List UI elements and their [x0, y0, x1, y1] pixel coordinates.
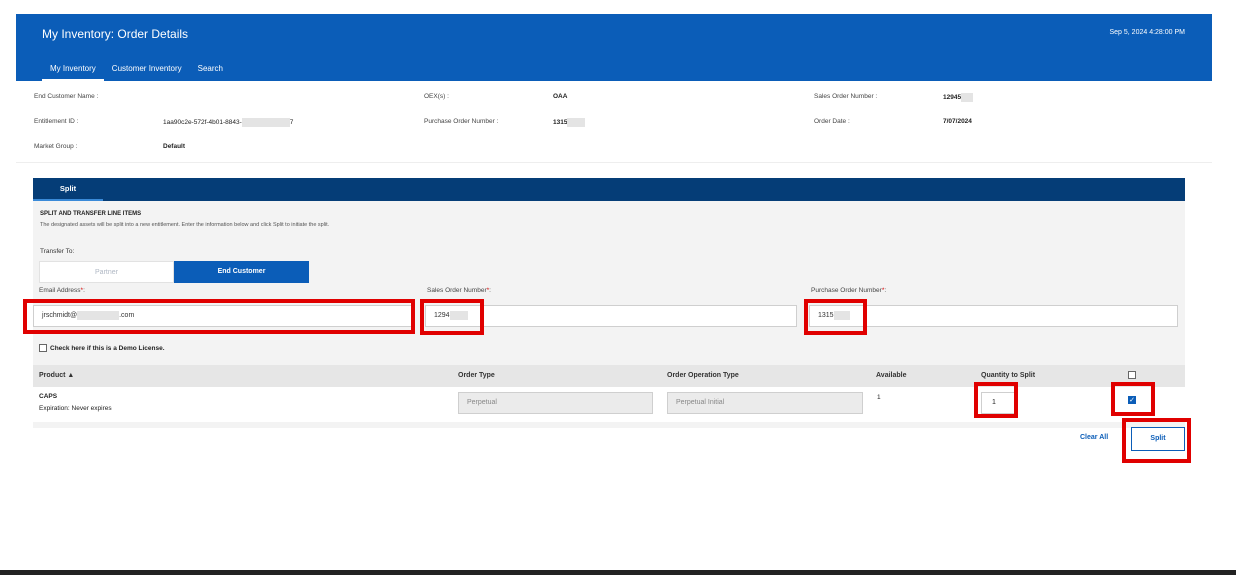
tab-split[interactable]: Split	[33, 178, 103, 201]
redaction-mask	[833, 310, 850, 320]
redaction-mask	[77, 310, 120, 320]
order-operation-type-field: Perpetual Initial	[667, 392, 863, 414]
select-all-checkbox[interactable]	[1128, 371, 1136, 379]
column-product[interactable]: Product ▲	[39, 365, 74, 387]
po-number-value: 1315	[553, 118, 586, 127]
demo-license-option[interactable]: Check here if this is a Demo License.	[39, 344, 165, 352]
redaction-mask	[567, 118, 586, 127]
column-quantity-to-split: Quantity to Split	[981, 372, 1036, 379]
sales-order-field[interactable]: 1294	[425, 305, 797, 327]
market-group-value: Default	[163, 143, 186, 150]
oex-label: OEX(s) :	[424, 93, 449, 100]
purchase-order-value: 1315	[818, 312, 834, 319]
clear-all-link[interactable]: Clear All	[1080, 434, 1108, 441]
table-header: Product ▲ Order Type Order Operation Typ…	[33, 365, 1185, 387]
split-button[interactable]: Split	[1131, 427, 1185, 451]
label-colon: :	[884, 287, 887, 294]
header-datetime: Sep 5, 2024 4:28:00 PM	[1109, 29, 1186, 36]
entitlement-id-value: 1aa90c2e-572f-4b01-8843- 7	[163, 118, 293, 127]
entitlement-id-start: 1aa90c2e-572f-4b01-8843-	[163, 119, 242, 127]
redaction-mask	[449, 310, 468, 320]
transfer-end-customer-option[interactable]: End Customer	[174, 261, 309, 283]
order-date-value: 7/07/2024	[943, 118, 972, 125]
sales-order-label-text: Sales Order Number	[427, 287, 487, 294]
table-row: CAPS Expiration: Never expires Perpetual…	[33, 387, 1185, 422]
order-info: End Customer Name : Entitlement ID : 1aa…	[16, 81, 1212, 163]
purchase-order-label-text: Purchase Order Number	[811, 287, 882, 294]
available-quantity: 1	[877, 394, 881, 401]
column-order-type: Order Type	[458, 372, 495, 379]
transfer-partner-option[interactable]: Partner	[39, 261, 174, 283]
page: My Inventory: Order Details Sep 5, 2024 …	[0, 0, 1236, 575]
entitlement-id-end: 7	[289, 119, 294, 127]
po-number-label: Purchase Order Number :	[424, 118, 499, 125]
demo-license-label: Check here if this is a Demo License.	[50, 344, 165, 352]
section-description: The designated assets will be split into…	[40, 222, 330, 228]
email-value-end: .com	[119, 312, 135, 319]
sales-order-value: 1294	[434, 312, 450, 319]
label-colon: :	[83, 287, 85, 294]
po-number-text: 1315	[553, 119, 568, 127]
purchase-order-label: Purchase Order Number*:	[811, 287, 886, 294]
product-name: CAPS	[39, 393, 58, 400]
redaction-mask	[961, 93, 974, 102]
email-label-text: Email Address	[39, 287, 81, 294]
demo-license-checkbox[interactable]	[39, 344, 47, 352]
order-date-label: Order Date :	[814, 118, 850, 125]
email-field[interactable]: jrschmidt@ .com	[33, 305, 413, 327]
tab-search[interactable]: Search	[190, 64, 231, 81]
tab-customer-inventory[interactable]: Customer Inventory	[104, 64, 190, 81]
email-value-start: jrschmidt@	[42, 312, 78, 319]
app-header: My Inventory: Order Details Sep 5, 2024 …	[16, 14, 1212, 81]
nav-tabs: My Inventory Customer Inventory Search	[42, 64, 231, 81]
quantity-to-split-input[interactable]: 1	[981, 392, 1015, 414]
row-select-checkbox[interactable]: ✓	[1128, 396, 1136, 404]
product-expiration: Expiration: Never expires	[39, 405, 112, 412]
order-type-field: Perpetual	[458, 392, 653, 414]
split-panel-tabbar: Split	[33, 178, 1185, 201]
so-number-label: Sales Order Number :	[814, 93, 878, 100]
label-colon: :	[489, 287, 491, 294]
bottom-bar	[0, 570, 1236, 575]
section-title: SPLIT AND TRANSFER LINE ITEMS	[40, 211, 142, 217]
page-title: My Inventory: Order Details	[42, 27, 189, 41]
tab-my-inventory[interactable]: My Inventory	[42, 64, 104, 81]
sales-order-label: Sales Order Number*:	[427, 287, 491, 294]
market-group-label: Market Group :	[34, 143, 78, 150]
column-order-operation-type: Order Operation Type	[667, 372, 739, 379]
entitlement-id-label: Entitlement ID :	[34, 118, 79, 125]
purchase-order-field[interactable]: 1315	[809, 305, 1178, 327]
oex-value: OAA	[553, 93, 568, 100]
column-available: Available	[876, 372, 907, 379]
email-label: Email Address*:	[39, 287, 85, 294]
split-panel: Split SPLIT AND TRANSFER LINE ITEMS The …	[33, 178, 1185, 428]
redaction-mask	[241, 118, 290, 127]
so-number-text: 12945	[943, 94, 962, 102]
so-number-value: 12945	[943, 93, 974, 102]
end-customer-name-label: End Customer Name :	[34, 93, 99, 100]
transfer-to-label: Transfer To:	[40, 248, 75, 255]
